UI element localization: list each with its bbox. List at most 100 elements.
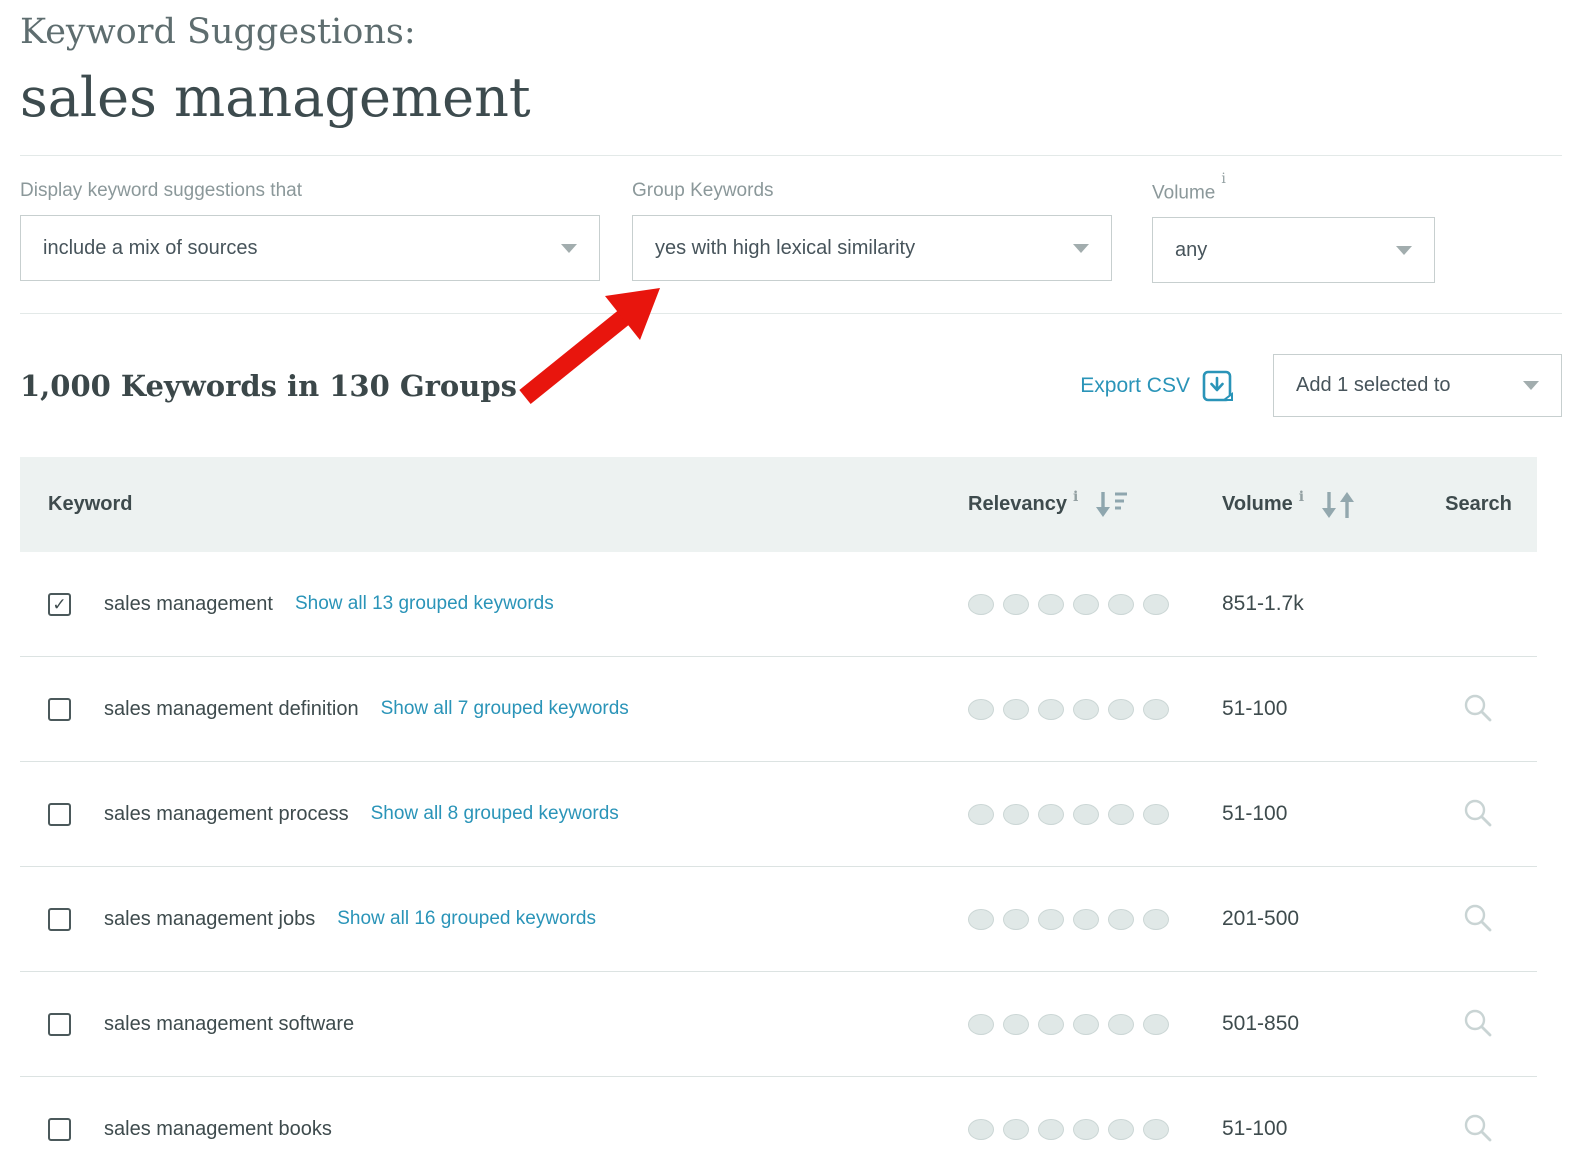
table-row: sales management books 51-100 [20,1077,1537,1170]
results-bar: 1,000 Keywords in 130 Groups Export CSV … [0,314,1582,457]
relevancy-meter [968,803,1169,825]
results-summary: 1,000 Keywords in 130 Groups [20,368,517,403]
volume-value: 501-850 [1222,1012,1300,1036]
group-keywords-select[interactable]: yes with high lexical similarity [632,215,1112,281]
search-keyword-button[interactable] [1463,693,1495,725]
relevancy-dot [1143,1118,1169,1140]
row-checkbox[interactable] [48,1012,71,1036]
source-filter-select[interactable]: include a mix of sources [20,215,600,281]
relevancy-dot [1073,908,1099,930]
add-selected-value: Add 1 selected to [1296,374,1451,397]
table-row: sales management jobs Show all 16 groupe… [20,867,1537,973]
filter-volume-label-text: Volume [1152,182,1216,204]
relevancy-dot [968,1118,994,1140]
download-icon [1202,370,1233,402]
chevron-down-icon [1523,381,1539,391]
relevancy-dot [1108,908,1134,930]
relevancy-dot [1108,1118,1134,1140]
row-checkbox[interactable]: ✓ [48,592,71,616]
relevancy-dot [1038,593,1064,615]
keyword-label: sales management [104,592,273,615]
keyword-table-body: ✓ sales management Show all 13 grouped k… [20,552,1537,1170]
relevancy-dot [1108,593,1134,615]
export-csv-link[interactable]: Export CSV [1080,369,1233,403]
relevancy-dot [1143,908,1169,930]
filter-group-label: Group Keywords [632,180,774,201]
add-selected-select[interactable]: Add 1 selected to [1273,354,1562,418]
relevancy-dot [1073,1118,1099,1140]
relevancy-dot [1038,698,1064,720]
magnifier-icon [1464,800,1491,827]
keyword-table: Keyword Relevancy i Volume i Search ✓ sa… [20,457,1537,1170]
volume-filter-value: any [1175,238,1208,261]
group-keywords-value: yes with high lexical similarity [655,236,916,259]
keyword-column-header: Keyword [48,493,133,516]
relevancy-dot [1038,803,1064,825]
chevron-down-icon [1073,243,1089,253]
volume-column-header: Volume [1222,493,1293,516]
table-row: sales management software 501-850 [20,972,1537,1078]
show-grouped-link[interactable]: Show all 8 grouped keywords [371,803,619,825]
table-row: sales management definition Show all 7 g… [20,657,1537,763]
relevancy-dot [1003,1118,1029,1140]
search-column-header: Search [1445,493,1512,516]
volume-filter-select[interactable]: any [1152,217,1435,284]
export-csv-label: Export CSV [1080,373,1190,397]
keyword-label: sales management books [104,1117,332,1140]
info-icon[interactable]: i [1073,490,1078,504]
keyword-label: sales management definition [104,697,359,720]
volume-value: 201-500 [1222,907,1300,931]
magnifier-icon [1464,695,1491,722]
filter-source-label: Display keyword suggestions that [20,180,302,201]
volume-value: 851-1.7k [1222,592,1304,616]
search-keyword-button[interactable] [1463,903,1495,935]
table-header-row: Keyword Relevancy i Volume i Search [20,457,1537,553]
relevancy-meter [968,698,1169,720]
info-icon[interactable]: i [1221,171,1225,187]
volume-value: 51-100 [1222,1117,1288,1141]
relevancy-dot [1073,698,1099,720]
keyword-label: sales management software [104,1012,355,1035]
relevancy-column-header: Relevancy [968,493,1067,516]
row-checkbox[interactable] [48,1117,71,1141]
show-grouped-link[interactable]: Show all 7 grouped keywords [381,698,629,720]
search-keyword-button[interactable] [1463,798,1495,830]
relevancy-dot [968,908,994,930]
relevancy-dot [1073,803,1099,825]
row-checkbox[interactable] [48,907,71,931]
relevancy-dot [1003,803,1029,825]
search-keyword-button[interactable] [1463,1008,1495,1040]
volume-value: 51-100 [1222,697,1288,721]
relevancy-dot [968,1013,994,1035]
chevron-down-icon [561,243,577,253]
relevancy-dot [1038,1013,1064,1035]
relevancy-dot [1108,698,1134,720]
row-checkbox[interactable] [48,697,71,721]
relevancy-dot [1143,698,1169,720]
relevancy-dot [968,593,994,615]
relevancy-dot [1073,593,1099,615]
show-grouped-link[interactable]: Show all 16 grouped keywords [337,908,596,930]
relevancy-dot [968,698,994,720]
relevancy-dot [1143,1013,1169,1035]
volume-value: 51-100 [1222,802,1288,826]
relevancy-meter [968,1118,1169,1140]
sort-descending-icon[interactable] [1092,489,1129,520]
filter-source: Display keyword suggestions that include… [20,180,600,283]
keyword-label: sales management process [104,802,349,825]
filter-group: Group Keywords yes with high lexical sim… [632,180,1112,283]
relevancy-dot [1143,593,1169,615]
sort-toggle-icon[interactable] [1318,489,1360,521]
filters-bar: Display keyword suggestions that include… [0,156,1582,313]
relevancy-meter [968,593,1169,615]
show-grouped-link[interactable]: Show all 13 grouped keywords [295,593,554,615]
relevancy-meter [968,908,1169,930]
search-keyword-button[interactable] [1463,1113,1495,1145]
row-checkbox[interactable] [48,802,71,826]
page-subtitle: Keyword Suggestions: [20,12,416,52]
magnifier-icon [1464,1115,1491,1142]
chevron-down-icon [1396,245,1412,255]
relevancy-dot [1108,1013,1134,1035]
info-icon[interactable]: i [1299,490,1304,504]
filter-volume-label: Volumei [1152,172,1435,204]
